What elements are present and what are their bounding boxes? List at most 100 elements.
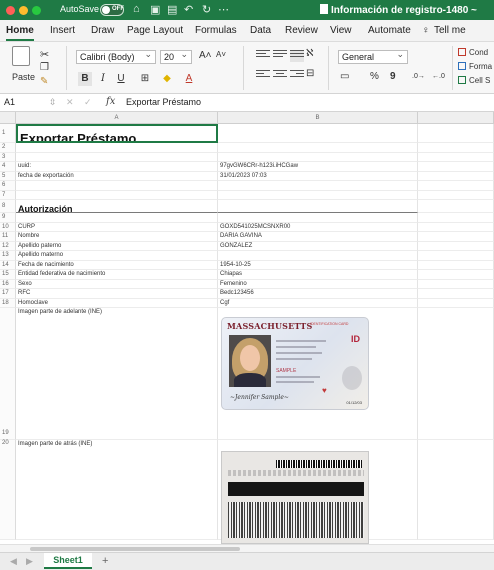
align-left-icon[interactable] <box>256 70 270 82</box>
cell-b2[interactable] <box>218 143 418 153</box>
lightbulb-icon[interactable]: ♀ <box>422 25 430 36</box>
save-icon[interactable]: ▣ <box>150 3 160 16</box>
tell-me-search[interactable]: Tell me <box>434 25 466 36</box>
percent-style-button[interactable]: % <box>370 71 379 82</box>
cell-styles-button[interactable]: Cell S <box>458 76 490 85</box>
row-header-10[interactable]: 10 <box>0 222 16 232</box>
close-window-button[interactable] <box>6 6 15 15</box>
cell-b8[interactable] <box>218 200 418 213</box>
redo-icon[interactable]: ↻ <box>202 3 211 16</box>
horizontal-scrollbar[interactable] <box>0 544 494 552</box>
decrease-decimal-icon[interactable]: ←.0 <box>432 73 445 80</box>
name-box[interactable]: A1 <box>4 97 54 107</box>
cell-c17[interactable] <box>418 289 494 299</box>
cell-c6[interactable] <box>418 181 494 191</box>
formula-input[interactable]: Exportar Préstamo <box>126 97 201 107</box>
comma-style-button[interactable]: 9 <box>390 71 396 82</box>
cell-a11[interactable]: Nombre <box>16 232 218 242</box>
minimize-window-button[interactable] <box>19 6 28 15</box>
autosave-toggle[interactable]: OFF <box>100 4 124 16</box>
row-header-3[interactable]: 3 <box>0 152 16 162</box>
bold-button[interactable]: B <box>78 72 92 86</box>
cell-b1[interactable] <box>218 124 418 143</box>
orientation-icon[interactable]: ℵ <box>306 48 313 59</box>
conditional-formatting-button[interactable]: Cond <box>458 48 488 57</box>
cell-a1[interactable]: Exportar Préstamo <box>16 124 218 143</box>
row-header-5[interactable]: 5 <box>0 171 16 181</box>
cell-b11[interactable]: DARIA GAVINA <box>218 232 418 242</box>
id-front-image[interactable]: MASSACHUSETTS IDENTIFICATION CARD ID SAM… <box>221 317 369 410</box>
cell-a14[interactable]: Fecha de nacimiento <box>16 260 218 270</box>
decrease-font-icon[interactable]: A˅ <box>216 50 226 59</box>
accounting-format-icon[interactable]: ▭ <box>340 71 349 82</box>
cell-a17[interactable]: RFC <box>16 289 218 299</box>
cell-a20[interactable]: Imagen parte de atrás (INE) <box>16 440 218 540</box>
cell-a19[interactable]: Imagen parte de adelante (INE) <box>16 308 218 440</box>
select-all-corner[interactable] <box>0 112 16 124</box>
tab-view[interactable]: View <box>330 25 352 36</box>
insert-function-button[interactable]: fx <box>106 96 115 107</box>
tab-draw[interactable]: Draw <box>91 25 114 36</box>
fill-color-icon[interactable]: ◆ <box>160 72 174 86</box>
cell-c5[interactable] <box>418 171 494 181</box>
cell-a5[interactable]: fecha de exportación <box>16 171 218 181</box>
cell-a8[interactable]: Autorización <box>16 200 218 213</box>
cell-c20[interactable] <box>418 440 494 540</box>
cell-c11[interactable] <box>418 232 494 242</box>
cell-b3[interactable] <box>218 152 418 162</box>
column-header-a[interactable]: A <box>16 112 218 124</box>
underline-button[interactable]: U <box>114 72 128 86</box>
row-header-6[interactable]: 6 <box>0 181 16 191</box>
row-header-20[interactable]: 20 <box>0 440 16 540</box>
borders-icon[interactable]: ⊞ <box>138 72 152 86</box>
cancel-icon[interactable]: ✕ <box>66 97 74 108</box>
cell-c4[interactable] <box>418 162 494 172</box>
cell-a2[interactable] <box>16 143 218 153</box>
cell-c15[interactable] <box>418 270 494 280</box>
id-back-image[interactable] <box>221 451 369 544</box>
cell-b4[interactable]: 97gvGW6CRr-h123i.iHCGaw <box>218 162 418 172</box>
print-icon[interactable]: ▤ <box>167 3 177 16</box>
cell-b7[interactable] <box>218 190 418 200</box>
align-center-icon[interactable] <box>273 70 287 82</box>
paste-label[interactable]: Paste <box>12 72 35 82</box>
cell-b13[interactable] <box>218 251 418 261</box>
cell-b10[interactable]: GOXD541025MCSNXR00 <box>218 222 418 232</box>
cell-b5[interactable]: 31/01/2023 07:03 <box>218 171 418 181</box>
cell-a18[interactable]: Homoclave <box>16 298 218 308</box>
align-bottom-icon[interactable] <box>290 50 304 62</box>
row-header-1[interactable]: 1 <box>0 124 16 143</box>
row-header-8[interactable]: 8 <box>0 200 16 213</box>
cell-c13[interactable] <box>418 251 494 261</box>
tab-formulas[interactable]: Formulas <box>195 25 237 36</box>
cell-a7[interactable] <box>16 190 218 200</box>
cell-c7[interactable] <box>418 190 494 200</box>
align-middle-icon[interactable] <box>273 50 287 62</box>
format-painter-icon[interactable]: ✎ <box>40 76 48 87</box>
column-header-b[interactable]: B <box>218 112 418 124</box>
row-header-7[interactable]: 7 <box>0 190 16 200</box>
cell-a3[interactable] <box>16 152 218 162</box>
cell-b15[interactable]: Chiapas <box>218 270 418 280</box>
tab-insert[interactable]: Insert <box>50 25 75 36</box>
undo-icon[interactable]: ↶ <box>184 3 193 16</box>
sheet-tab-sheet1[interactable]: Sheet1 <box>44 553 92 569</box>
cell-c19[interactable] <box>418 308 494 440</box>
tab-page-layout[interactable]: Page Layout <box>127 25 183 36</box>
row-header-4[interactable]: 4 <box>0 162 16 172</box>
row-header-11[interactable]: 11 <box>0 232 16 242</box>
cell-b16[interactable]: Femenino <box>218 279 418 289</box>
cell-c12[interactable] <box>418 241 494 251</box>
next-sheet-icon[interactable]: ▶ <box>26 556 33 567</box>
name-box-stepper-icon[interactable]: ⇳ <box>49 97 57 108</box>
cut-icon[interactable]: ✂ <box>40 48 49 61</box>
cell-a15[interactable]: Entidad federativa de nacimiento <box>16 270 218 280</box>
format-as-table-button[interactable]: Forma <box>458 62 492 71</box>
copy-icon[interactable]: ❐ <box>40 62 49 73</box>
cell-b18[interactable]: Cgf <box>218 298 418 308</box>
row-header-2[interactable]: 2 <box>0 143 16 153</box>
cell-a4[interactable]: uuid: <box>16 162 218 172</box>
italic-button[interactable]: I <box>96 72 110 86</box>
row-header-16[interactable]: 16 <box>0 279 16 289</box>
cell-c9[interactable] <box>418 213 494 223</box>
